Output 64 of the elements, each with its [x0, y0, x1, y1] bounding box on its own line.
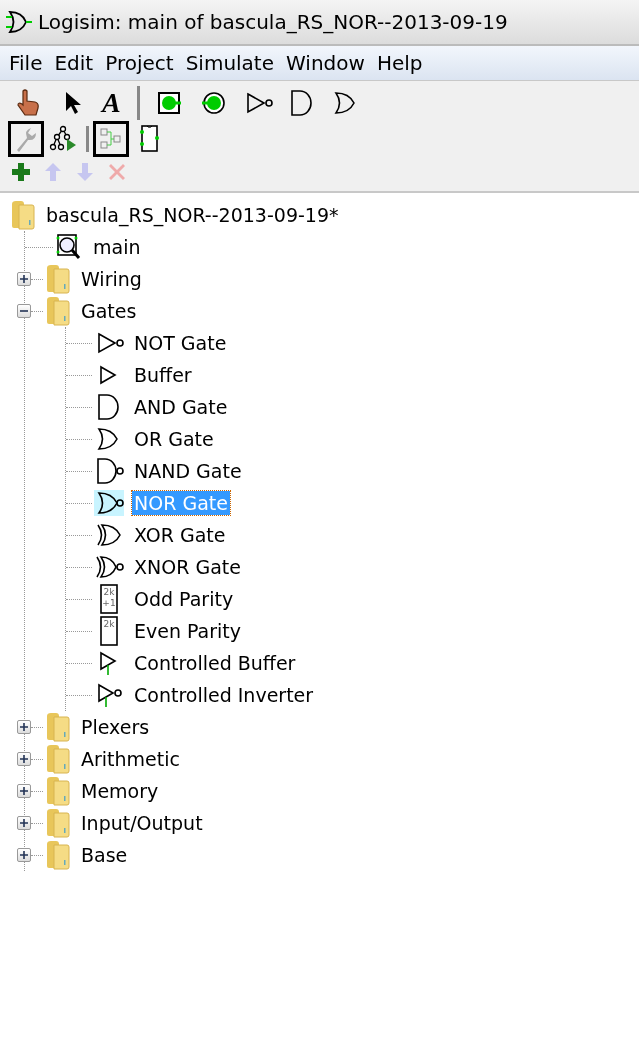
folder-icon — [45, 840, 71, 870]
menu-item[interactable]: File — [4, 51, 48, 75]
menu-item[interactable]: Help — [371, 51, 428, 75]
menu-item[interactable]: Simulate — [180, 51, 279, 75]
circuit-magnifier-icon — [55, 232, 83, 262]
tree-item[interactable]: NAND Gate — [132, 459, 244, 483]
tree-item[interactable]: Gates — [79, 299, 139, 323]
expand-toggle[interactable] — [17, 848, 31, 862]
menu-item[interactable]: Project — [100, 51, 179, 75]
tree-item[interactable]: Even Parity — [132, 619, 244, 643]
nand-gate-icon — [94, 457, 124, 485]
hand-icon — [15, 89, 41, 117]
toolbar-button[interactable] — [93, 121, 129, 157]
tree-item[interactable]: bascula_RS_NOR--2013-09-19* — [44, 203, 341, 227]
folder-icon — [45, 264, 71, 294]
tree-item[interactable]: Buffer — [132, 363, 194, 387]
folder-icon — [10, 200, 36, 230]
minus-icon — [20, 307, 28, 315]
tree-item[interactable]: Arithmetic — [79, 747, 182, 771]
input-pin-icon — [156, 90, 183, 116]
expand-toggle[interactable] — [17, 272, 31, 286]
xnor-gate-icon — [94, 554, 124, 580]
expand-toggle[interactable] — [17, 752, 31, 766]
plus-icon — [20, 787, 28, 795]
toolbar-button[interactable] — [8, 121, 44, 157]
tree-item[interactable]: Controlled Buffer — [132, 651, 298, 675]
window-title: Logisim: main of bascula_RS_NOR--2013-09-19 — [38, 10, 508, 34]
tree-item[interactable]: Plexers — [79, 715, 152, 739]
tree-item[interactable]: NOT Gate — [132, 331, 229, 355]
tree-item[interactable]: Controlled Inverter — [132, 683, 316, 707]
plus-icon — [20, 723, 28, 731]
text-tool-button[interactable]: A — [98, 87, 125, 119]
menu-item[interactable]: Edit — [49, 51, 99, 75]
expand-toggle[interactable] — [17, 720, 31, 734]
tree-item[interactable]: Odd Parity — [132, 587, 236, 611]
app-logo-icon — [6, 9, 32, 35]
collapse-toggle[interactable] — [17, 304, 31, 318]
expand-toggle[interactable] — [17, 816, 31, 830]
folder-icon — [45, 296, 71, 326]
plus-icon — [20, 819, 28, 827]
folder-icon — [45, 712, 71, 742]
folder-icon — [45, 744, 71, 774]
add-icon — [10, 161, 32, 183]
tree-item[interactable]: XNOR Gate — [132, 555, 243, 579]
output-pin-icon — [200, 90, 227, 116]
expand-toggle[interactable] — [17, 784, 31, 798]
menu-item[interactable]: Window — [281, 51, 370, 75]
plus-icon — [20, 851, 28, 859]
circuit-layout-icon — [98, 126, 124, 152]
tree-item[interactable]: Input/Output — [79, 811, 205, 835]
subcircuit-icon — [138, 124, 160, 154]
folder-icon — [45, 808, 71, 838]
tree-item[interactable]: AND Gate — [132, 395, 230, 419]
tree-item[interactable]: XOR Gate — [132, 523, 228, 547]
tree-item[interactable]: Base — [79, 843, 130, 867]
tree-item[interactable]: OR Gate — [132, 427, 216, 451]
tree-item[interactable]: Memory — [79, 779, 161, 803]
project-action-button[interactable] — [10, 160, 32, 184]
tree-item[interactable]: main — [91, 235, 143, 259]
plus-icon — [20, 275, 28, 283]
xor-gate-icon — [94, 522, 124, 548]
plus-icon — [20, 755, 28, 763]
tree-item[interactable]: Wiring — [79, 267, 144, 291]
folder-icon — [45, 776, 71, 806]
